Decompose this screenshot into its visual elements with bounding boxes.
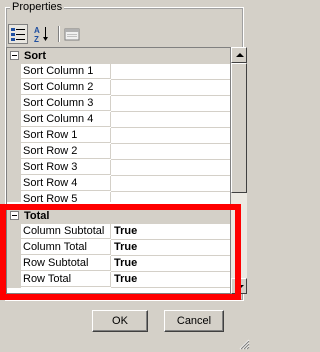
property-value[interactable] — [111, 176, 230, 192]
property-name: Sort Column 1 — [21, 64, 111, 79]
property-value[interactable] — [111, 80, 230, 96]
cancel-button[interactable]: Cancel — [164, 310, 224, 332]
property-value[interactable] — [111, 112, 230, 128]
property-row[interactable]: Row Subtotal True — [7, 256, 230, 272]
property-name: Row Subtotal — [21, 256, 111, 271]
property-row[interactable]: Row Total True — [7, 272, 230, 288]
property-name: Column Subtotal — [21, 224, 111, 239]
property-name: Sort Column 2 — [21, 80, 111, 95]
property-name: Sort Column 3 — [21, 96, 111, 111]
property-name: Sort Row 4 — [21, 176, 111, 191]
property-name: Sort Row 2 — [21, 144, 111, 159]
property-pages-button[interactable] — [62, 24, 82, 44]
property-grid[interactable]: Sort Sort Column 1 Sort Column 2 Sort Co… — [6, 47, 231, 294]
properties-title: Properties — [10, 1, 65, 13]
property-value[interactable] — [111, 192, 230, 202]
arrow-down-icon — [236, 285, 244, 289]
property-pages-icon — [64, 28, 80, 41]
property-row[interactable]: Column Total True — [7, 240, 230, 256]
property-name: Sort Column 4 — [21, 112, 111, 127]
toolbar-separator — [58, 26, 60, 42]
categorized-button[interactable] — [8, 24, 28, 44]
ok-button[interactable]: OK — [92, 310, 148, 332]
property-row[interactable]: Sort Row 4 — [7, 176, 230, 192]
property-name: Sort Row 1 — [21, 128, 111, 143]
property-name: Row Total — [21, 272, 111, 287]
property-row[interactable]: Sort Row 3 — [7, 160, 230, 176]
property-value[interactable]: True — [111, 224, 230, 240]
alphabetical-button[interactable]: A Z — [32, 24, 52, 44]
scroll-up-button[interactable] — [231, 47, 247, 63]
property-value[interactable] — [111, 160, 230, 176]
property-value[interactable]: True — [111, 272, 230, 288]
categorized-view-icon — [11, 28, 25, 41]
property-name: Sort Row 5 — [21, 192, 111, 202]
sort-az-icon: A Z — [34, 26, 48, 44]
property-value[interactable] — [111, 96, 230, 112]
property-value[interactable]: True — [111, 240, 230, 256]
collapse-icon[interactable] — [10, 51, 19, 60]
property-row[interactable]: Sort Column 1 — [7, 64, 230, 80]
svg-text:A: A — [34, 26, 40, 35]
scroll-down-button[interactable] — [231, 278, 247, 294]
property-row[interactable]: Sort Row 1 — [7, 128, 230, 144]
category-sort[interactable]: Sort — [7, 48, 230, 64]
category-total[interactable]: Total — [7, 208, 230, 224]
vertical-scrollbar[interactable] — [231, 47, 247, 294]
property-value[interactable] — [111, 128, 230, 144]
arrow-up-icon — [236, 53, 244, 57]
property-row[interactable]: Sort Row 5 — [7, 192, 230, 202]
property-row[interactable]: Sort Column 4 — [7, 112, 230, 128]
svg-text:Z: Z — [34, 35, 39, 44]
scroll-thumb[interactable] — [231, 63, 247, 193]
property-value[interactable] — [111, 64, 230, 80]
category-label: Sort — [24, 50, 46, 62]
property-row[interactable]: Sort Column 2 — [7, 80, 230, 96]
collapse-icon[interactable] — [10, 211, 19, 220]
property-name: Column Total — [21, 240, 111, 255]
property-value[interactable] — [111, 144, 230, 160]
property-row[interactable]: Column Subtotal True — [7, 224, 230, 240]
property-row[interactable]: Sort Row 2 — [7, 144, 230, 160]
property-value[interactable]: True — [111, 256, 230, 272]
resize-grip-icon[interactable] — [239, 339, 250, 350]
category-label: Total — [24, 210, 50, 222]
property-row[interactable]: Sort Column 3 — [7, 96, 230, 112]
property-name: Sort Row 3 — [21, 160, 111, 175]
